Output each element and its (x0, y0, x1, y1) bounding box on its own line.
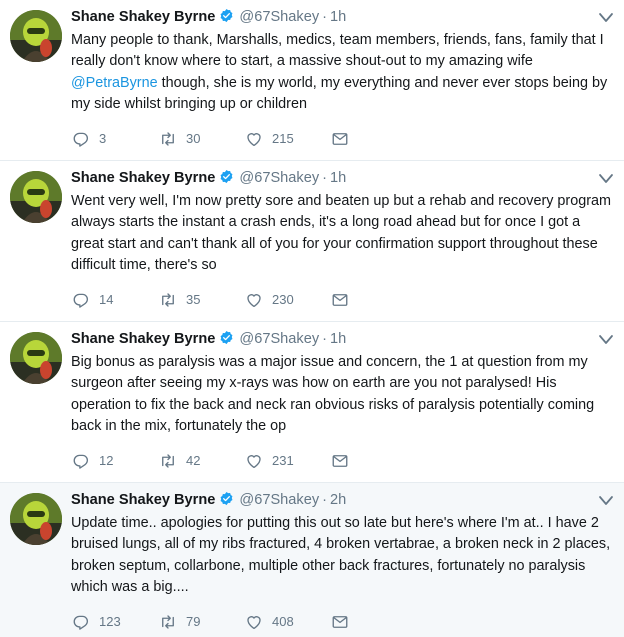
avatar[interactable] (10, 332, 62, 384)
reply-count: 14 (99, 292, 114, 307)
tweet-text-part: Went very well, I'm now pretty sore and … (71, 193, 612, 273)
reply-button[interactable]: 3 (72, 129, 106, 149)
reply-icon (73, 132, 89, 147)
tweet-text: Update time.. apologies for putting this… (71, 513, 612, 598)
tweet-actions: 12 42 231 (71, 451, 551, 471)
tweet-header: Shane Shakey Byrne @67Shakey · 1h (71, 329, 614, 349)
retweet-icon (162, 132, 174, 146)
like-button[interactable]: 215 (245, 129, 294, 149)
retweet-button[interactable]: 42 (159, 451, 200, 471)
envelope-icon (332, 455, 348, 467)
retweet-icon (162, 615, 174, 629)
separator-dot: · (322, 331, 327, 347)
verified-badge-icon (219, 491, 234, 506)
retweet-count: 30 (186, 131, 201, 146)
author-name[interactable]: Shane Shakey Byrne (71, 331, 215, 347)
tweet-actions: 14 35 230 (71, 290, 551, 310)
retweet-count: 35 (186, 292, 201, 307)
tweet[interactable]: Shane Shakey Byrne @67Shakey · 2h Update ti… (0, 483, 624, 637)
like-count: 408 (272, 614, 294, 629)
like-button[interactable]: 230 (245, 290, 294, 310)
timestamp[interactable]: 1h (330, 331, 346, 347)
author-name[interactable]: Shane Shakey Byrne (71, 9, 215, 25)
direct-message-button[interactable] (331, 290, 358, 310)
tweet-text: Many people to thank, Marshalls, medics,… (71, 30, 612, 115)
mention-link[interactable]: @PetraByrne (71, 75, 158, 91)
reply-button[interactable]: 123 (72, 612, 121, 632)
retweet-count: 79 (186, 614, 201, 629)
heart-icon (247, 294, 261, 308)
author-name[interactable]: Shane Shakey Byrne (71, 170, 215, 186)
retweet-icon (162, 454, 174, 468)
separator-dot: · (322, 492, 327, 508)
timestamp[interactable]: 2h (330, 492, 346, 508)
tweet-text: Went very well, I'm now pretty sore and … (71, 191, 612, 276)
chevron-down-icon[interactable] (598, 171, 614, 183)
envelope-icon (332, 294, 348, 306)
reply-button[interactable]: 14 (72, 290, 113, 310)
retweet-button[interactable]: 35 (159, 290, 200, 310)
heart-icon (247, 616, 261, 630)
timestamp[interactable]: 1h (330, 9, 346, 25)
tweet-text-part: Many people to thank, Marshalls, medics,… (71, 32, 604, 70)
tweet[interactable]: Shane Shakey Byrne @67Shakey · 1h Many peop… (0, 0, 624, 161)
author-name[interactable]: Shane Shakey Byrne (71, 492, 215, 508)
like-count: 231 (272, 453, 294, 468)
chevron-down-icon[interactable] (598, 10, 614, 22)
reply-count: 3 (99, 131, 107, 146)
retweet-count: 42 (186, 453, 201, 468)
chevron-down-icon[interactable] (598, 332, 614, 344)
timestamp[interactable]: 1h (330, 170, 346, 186)
retweet-button[interactable]: 30 (159, 129, 200, 149)
tweet[interactable]: Shane Shakey Byrne @67Shakey · 1h Went very… (0, 161, 624, 322)
reply-button[interactable]: 12 (72, 451, 113, 471)
author-handle[interactable]: @67Shakey (239, 9, 319, 25)
heart-icon (247, 455, 261, 469)
reply-icon (73, 454, 89, 469)
retweet-icon (162, 293, 174, 307)
like-count: 230 (272, 292, 294, 307)
retweet-button[interactable]: 79 (159, 612, 200, 632)
tweet[interactable]: Shane Shakey Byrne @67Shakey · 1h Big bonus… (0, 322, 624, 483)
tweet-header: Shane Shakey Byrne @67Shakey · 1h (71, 168, 614, 188)
verified-badge-icon (219, 330, 234, 345)
tweet-actions: 123 79 408 (71, 612, 551, 632)
avatar[interactable] (10, 493, 62, 545)
avatar[interactable] (10, 171, 62, 223)
envelope-icon (332, 616, 348, 628)
direct-message-button[interactable] (331, 451, 358, 471)
tweet-header: Shane Shakey Byrne @67Shakey · 2h (71, 490, 614, 510)
avatar[interactable] (10, 10, 62, 62)
reply-count: 12 (99, 453, 114, 468)
tweet-text-part: Big bonus as paralysis was a major issue… (71, 354, 595, 434)
verified-badge-icon (219, 8, 234, 23)
direct-message-button[interactable] (331, 612, 358, 632)
tweet-text: Big bonus as paralysis was a major issue… (71, 352, 612, 437)
reply-icon (73, 293, 89, 308)
tweet-text-part: Update time.. apologies for putting this… (71, 515, 611, 595)
author-handle[interactable]: @67Shakey (239, 492, 319, 508)
envelope-icon (332, 133, 348, 145)
separator-dot: · (322, 9, 327, 25)
reply-icon (73, 615, 89, 630)
reply-count: 123 (99, 614, 121, 629)
heart-icon (247, 133, 261, 147)
tweet-actions: 3 30 215 (71, 129, 551, 149)
chevron-down-icon[interactable] (598, 493, 614, 505)
like-count: 215 (272, 131, 294, 146)
like-button[interactable]: 408 (245, 612, 294, 632)
author-handle[interactable]: @67Shakey (239, 170, 319, 186)
verified-badge-icon (219, 169, 234, 184)
tweet-feed: Shane Shakey Byrne @67Shakey · 1h Many peop… (0, 0, 624, 637)
direct-message-button[interactable] (331, 129, 358, 149)
tweet-header: Shane Shakey Byrne @67Shakey · 1h (71, 7, 614, 27)
like-button[interactable]: 231 (245, 451, 294, 471)
separator-dot: · (322, 170, 327, 186)
author-handle[interactable]: @67Shakey (239, 331, 319, 347)
